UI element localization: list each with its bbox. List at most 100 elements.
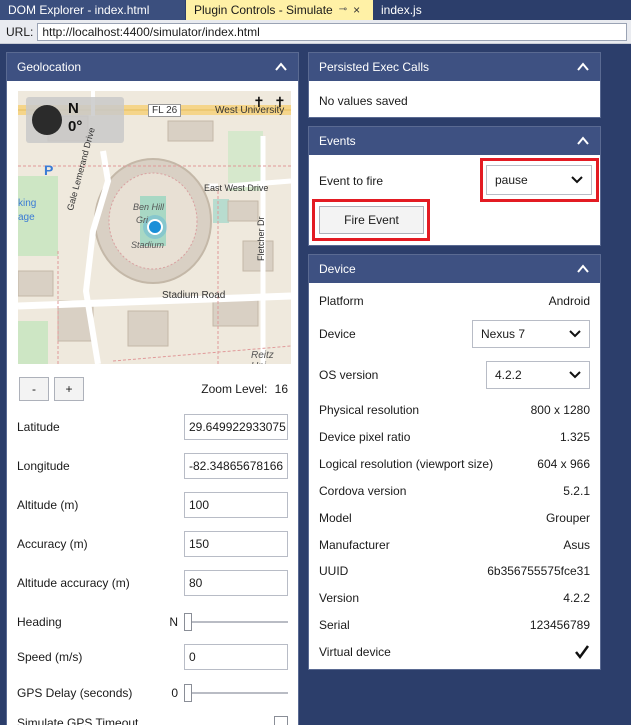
platform-row: Platform Android [319, 294, 590, 308]
map-label-stadium: Stadium [131, 240, 165, 250]
checkmark-icon [575, 645, 590, 660]
heading-control: N [169, 613, 288, 631]
altitude-accuracy-label: Altitude accuracy (m) [17, 576, 130, 590]
pixel-ratio-row: Device pixel ratio 1.325 [319, 430, 590, 444]
heading-value: N [169, 615, 178, 629]
manufacturer-row: Manufacturer Asus [319, 538, 590, 552]
device-label: Device [319, 327, 356, 341]
chevron-down-icon [569, 371, 581, 379]
map-view[interactable]: ✝ ✝ N 0° FL 26 West University East West… [18, 91, 291, 364]
os-version-select[interactable]: 4.2.2 [486, 361, 590, 389]
chevron-up-icon[interactable] [576, 262, 590, 276]
chevron-up-icon[interactable] [576, 60, 590, 74]
device-select[interactable]: Nexus 7 [472, 320, 590, 348]
version-label: Version [319, 591, 360, 605]
virtual-device-label: Virtual device [319, 645, 391, 659]
accuracy-label: Accuracy (m) [17, 537, 88, 551]
gps-timeout-row: Simulate GPS Timeout [17, 716, 288, 725]
events-header[interactable]: Events [309, 127, 600, 155]
exec-calls-header[interactable]: Persisted Exec Calls [309, 53, 600, 81]
altitude-input[interactable]: 100 [184, 492, 288, 518]
accuracy-row: Accuracy (m) 150 [17, 531, 288, 557]
map-label-ben-hill: Ben Hill [133, 202, 165, 212]
longitude-label: Longitude [17, 459, 70, 473]
latitude-input[interactable]: 29.649922933075 [184, 414, 288, 440]
cordova-version-row: Cordova version 5.2.1 [319, 484, 590, 498]
cordova-version-value: 5.2.1 [563, 484, 590, 498]
platform-value: Android [548, 294, 590, 308]
accuracy-input[interactable]: 150 [184, 531, 288, 557]
cordova-version-label: Cordova version [319, 484, 407, 498]
url-label: URL: [6, 24, 34, 39]
event-select[interactable]: pause [486, 165, 592, 195]
tab-label: DOM Explorer - index.html [8, 3, 150, 17]
tab-index-js[interactable]: index.js [373, 0, 430, 20]
model-row: Model Grouper [319, 511, 590, 525]
uuid-label: UUID [319, 564, 349, 578]
device-select-value: Nexus 7 [481, 327, 526, 341]
pin-icon[interactable]: ⊸ [339, 0, 347, 20]
gps-timeout-label: Simulate GPS Timeout [17, 716, 139, 725]
gps-delay-label: GPS Delay (seconds) [17, 686, 133, 700]
zoom-in-button[interactable]: + [54, 377, 84, 401]
tab-bar: DOM Explorer - index.html Plugin Control… [0, 0, 631, 20]
uuid-row: UUID 6b356755575fce31 [319, 564, 590, 578]
url-input[interactable]: http://localhost:4400/simulator/index.ht… [37, 22, 628, 41]
chevron-down-icon [571, 176, 583, 184]
altitude-accuracy-input[interactable]: 80 [184, 570, 288, 596]
gps-timeout-checkbox[interactable] [274, 716, 288, 725]
longitude-input[interactable]: -82.34865678166 [184, 453, 288, 479]
speed-row: Speed (m/s) 0 [17, 644, 288, 670]
map-label-gri: Gri [136, 215, 148, 225]
physical-resolution-label: Physical resolution [319, 403, 420, 417]
physical-resolution-row: Physical resolution 800 x 1280 [319, 403, 590, 417]
altitude-row: Altitude (m) 100 [17, 492, 288, 518]
close-icon[interactable]: × [353, 0, 360, 20]
geolocation-header[interactable]: Geolocation [7, 53, 298, 81]
map-graphic: ✝ ✝ [18, 91, 291, 364]
latitude-label: Latitude [17, 420, 60, 434]
map-label-reitz: Reitz Uni [251, 350, 274, 364]
device-header[interactable]: Device [309, 255, 600, 283]
slider-thumb[interactable] [184, 613, 192, 631]
fire-event-button[interactable]: Fire Event [319, 206, 424, 234]
os-version-label: OS version [319, 368, 379, 382]
tab-plugin-controls[interactable]: Plugin Controls - Simulate ⊸ × [186, 0, 373, 20]
map-label-king: king [18, 198, 37, 209]
os-version-row: OS version 4.2.2 [319, 361, 590, 389]
map-label-west-university: West University [215, 105, 285, 116]
model-label: Model [319, 511, 352, 525]
chevron-up-icon[interactable] [576, 134, 590, 148]
zoom-out-button[interactable]: - [19, 377, 49, 401]
virtual-device-checkbox[interactable] [574, 644, 590, 660]
geolocation-panel: Geolocation ✝ ✝ N 0° FL 26 West Universi… [6, 52, 299, 725]
url-bar: URL: http://localhost:4400/simulator/ind… [0, 20, 631, 44]
gps-delay-value: 0 [171, 686, 178, 700]
panel-title: Persisted Exec Calls [319, 60, 430, 74]
altitude-label: Altitude (m) [17, 498, 79, 512]
event-to-fire-label: Event to fire [319, 174, 384, 188]
slider-thumb[interactable] [184, 684, 192, 702]
heading-slider[interactable] [184, 613, 288, 631]
map-label-p: P [44, 162, 54, 178]
manufacturer-value: Asus [563, 538, 590, 552]
platform-label: Platform [319, 294, 364, 308]
compass-direction: N [68, 100, 79, 117]
map-label-age: age [18, 212, 35, 223]
serial-row: Serial 123456789 [319, 618, 590, 632]
chevron-up-icon[interactable] [274, 60, 288, 74]
logical-resolution-label: Logical resolution (viewport size) [319, 457, 494, 471]
altitude-accuracy-row: Altitude accuracy (m) 80 [17, 570, 288, 596]
version-value: 4.2.2 [563, 591, 590, 605]
gps-delay-control: 0 [171, 684, 288, 702]
uuid-value: 6b356755575fce31 [487, 564, 590, 578]
speed-input[interactable]: 0 [184, 644, 288, 670]
tab-dom-explorer[interactable]: DOM Explorer - index.html [0, 0, 186, 20]
map-label-stadium-road: Stadium Road [162, 290, 226, 301]
compass-degrees: 0° [68, 118, 83, 135]
latitude-row: Latitude 29.649922933075 [17, 414, 288, 440]
logical-resolution-row: Logical resolution (viewport size) 604 x… [319, 457, 590, 471]
exec-calls-panel: Persisted Exec Calls No values saved [308, 52, 601, 118]
panel-title: Events [319, 134, 356, 148]
gps-delay-slider[interactable] [184, 684, 288, 702]
